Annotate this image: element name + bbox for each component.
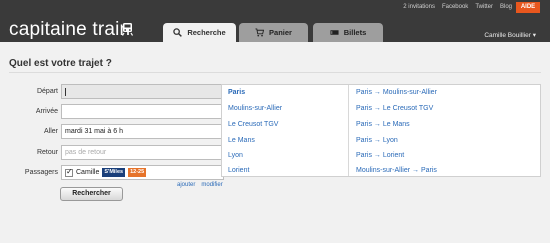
search-form: Départ Arrivée Aller mardi 31 mai à 6 h … bbox=[9, 84, 224, 204]
user-menu[interactable]: Camille Bouillier ▾ bbox=[484, 31, 536, 39]
arrivee-label: Arrivée bbox=[35, 108, 58, 115]
suggestion-station[interactable]: Moulins-sur-Allier bbox=[228, 105, 282, 112]
search-icon bbox=[173, 28, 183, 37]
suggestions-panel: Paris Moulins-sur-Allier Le Creusot TGV … bbox=[221, 84, 541, 177]
suggestion-route[interactable]: Paris → Le Creusot TGV bbox=[356, 105, 433, 112]
divider bbox=[9, 72, 541, 73]
suggestion-route[interactable]: Moulins-sur-Allier → Paris bbox=[356, 167, 437, 174]
tab-billets[interactable]: Billets bbox=[313, 23, 383, 42]
cart-icon bbox=[255, 28, 265, 37]
retour-label: Retour bbox=[36, 149, 58, 156]
text-caret bbox=[65, 88, 66, 96]
retour-input[interactable]: pas de retour bbox=[61, 145, 224, 160]
help-button[interactable]: AIDE bbox=[516, 2, 540, 13]
arrivee-input[interactable] bbox=[61, 104, 224, 119]
top-links: 2 invitations Facebook Twitter Blog bbox=[403, 4, 512, 10]
suggestion-station[interactable]: Paris bbox=[228, 89, 245, 96]
logo[interactable]: capitaine train bbox=[9, 19, 130, 41]
suggestion-station[interactable]: Le Mans bbox=[228, 137, 255, 144]
passenger-row: Camille S'Miles 12-25 bbox=[61, 165, 224, 180]
suggestion-route[interactable]: Paris → Moulins-sur-Allier bbox=[356, 89, 437, 96]
tab-label: Recherche bbox=[187, 28, 226, 37]
search-button[interactable]: Rechercher bbox=[60, 187, 123, 201]
invitations-link[interactable]: 2 invitations bbox=[403, 4, 435, 10]
smiles-card-badge: S'Miles bbox=[102, 168, 126, 177]
suggestion-route[interactable]: Paris → Le Mans bbox=[356, 121, 410, 128]
column-separator bbox=[348, 85, 349, 176]
tab-panier[interactable]: Panier bbox=[239, 23, 308, 42]
tab-recherche[interactable]: Recherche bbox=[163, 23, 236, 42]
aller-input[interactable]: mardi 31 mai à 6 h bbox=[61, 124, 224, 139]
top-bar: capitaine train 2 invitations Facebook T… bbox=[0, 0, 550, 42]
suggestion-station[interactable]: Le Creusot TGV bbox=[228, 121, 278, 128]
age-badge: 12-25 bbox=[128, 168, 147, 177]
passagers-label: Passagers bbox=[24, 169, 58, 176]
ticket-icon bbox=[330, 30, 339, 35]
edit-passenger-link[interactable]: modifier bbox=[201, 182, 222, 188]
suggestion-route[interactable]: Paris → Lyon bbox=[356, 137, 398, 144]
aller-label: Aller bbox=[43, 128, 58, 135]
suggestion-station[interactable]: Lorient bbox=[228, 167, 249, 174]
suggestion-route[interactable]: Paris → Lorient bbox=[356, 152, 404, 159]
add-passenger-link[interactable]: ajouter bbox=[177, 182, 195, 188]
twitter-link[interactable]: Twitter bbox=[475, 4, 493, 10]
tab-label: Panier bbox=[269, 28, 292, 37]
page-title: Quel est votre trajet ? bbox=[9, 58, 112, 69]
train-icon bbox=[122, 23, 133, 36]
suggestion-station[interactable]: Lyon bbox=[228, 152, 243, 159]
depart-label: Départ bbox=[36, 88, 58, 95]
blog-link[interactable]: Blog bbox=[500, 4, 512, 10]
passenger-name: Camille bbox=[76, 169, 100, 176]
depart-input[interactable] bbox=[61, 84, 224, 99]
passenger-checkbox[interactable] bbox=[65, 167, 73, 177]
passenger-links: ajouter modifier bbox=[177, 182, 223, 188]
tab-label: Billets bbox=[343, 28, 367, 37]
facebook-link[interactable]: Facebook bbox=[442, 4, 468, 10]
